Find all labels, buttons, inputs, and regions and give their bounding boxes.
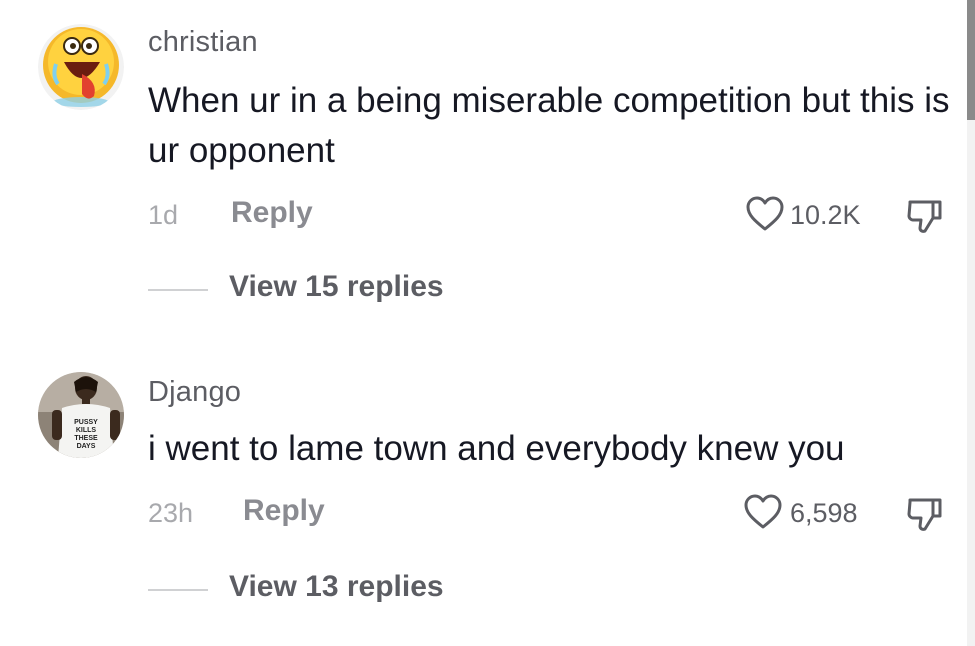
comment-item: PUSSY KILLS THESE DAYS Django i went to …: [0, 350, 975, 646]
like-count: 6,598: [790, 498, 858, 528]
thumbs-down-icon[interactable]: [905, 494, 945, 534]
avatar[interactable]: [38, 24, 124, 110]
svg-text:PUSSY: PUSSY: [74, 419, 98, 426]
svg-text:DAYS: DAYS: [77, 443, 96, 450]
person-photo-icon: PUSSY KILLS THESE DAYS: [38, 372, 124, 458]
comment-username[interactable]: Django: [148, 376, 241, 409]
comment-text: i went to lame town and everybody knew y…: [148, 429, 845, 468]
heart-icon[interactable]: [743, 494, 783, 530]
comment-actions: 1d Reply 10.2K: [0, 194, 975, 238]
like-count: 10.2K: [790, 200, 861, 230]
svg-text:THESE: THESE: [74, 435, 98, 442]
thumbs-down-icon[interactable]: [905, 196, 945, 236]
view-replies-button[interactable]: View 13 replies: [229, 570, 444, 604]
reply-button[interactable]: Reply: [243, 494, 325, 528]
comment-timestamp: 1d: [148, 200, 179, 230]
view-replies-button[interactable]: View 15 replies: [229, 270, 444, 304]
svg-text:KILLS: KILLS: [76, 427, 97, 434]
heart-icon[interactable]: [745, 196, 785, 232]
replies-divider: [148, 289, 208, 291]
comment-item: christian When ur in a being miserable c…: [0, 0, 975, 330]
replies-divider: [148, 589, 208, 591]
laughing-emoji-icon: [38, 24, 124, 110]
comment-text: When ur in a being miserable competition…: [148, 81, 950, 170]
comment-username[interactable]: christian: [148, 26, 258, 59]
reply-button[interactable]: Reply: [231, 196, 313, 230]
avatar[interactable]: PUSSY KILLS THESE DAYS: [38, 372, 124, 458]
comment-timestamp: 23h: [148, 498, 194, 528]
view-replies-row: View 15 replies: [0, 268, 975, 308]
comment-actions: 23h Reply 6,598: [0, 492, 975, 536]
view-replies-row: View 13 replies: [0, 568, 975, 608]
